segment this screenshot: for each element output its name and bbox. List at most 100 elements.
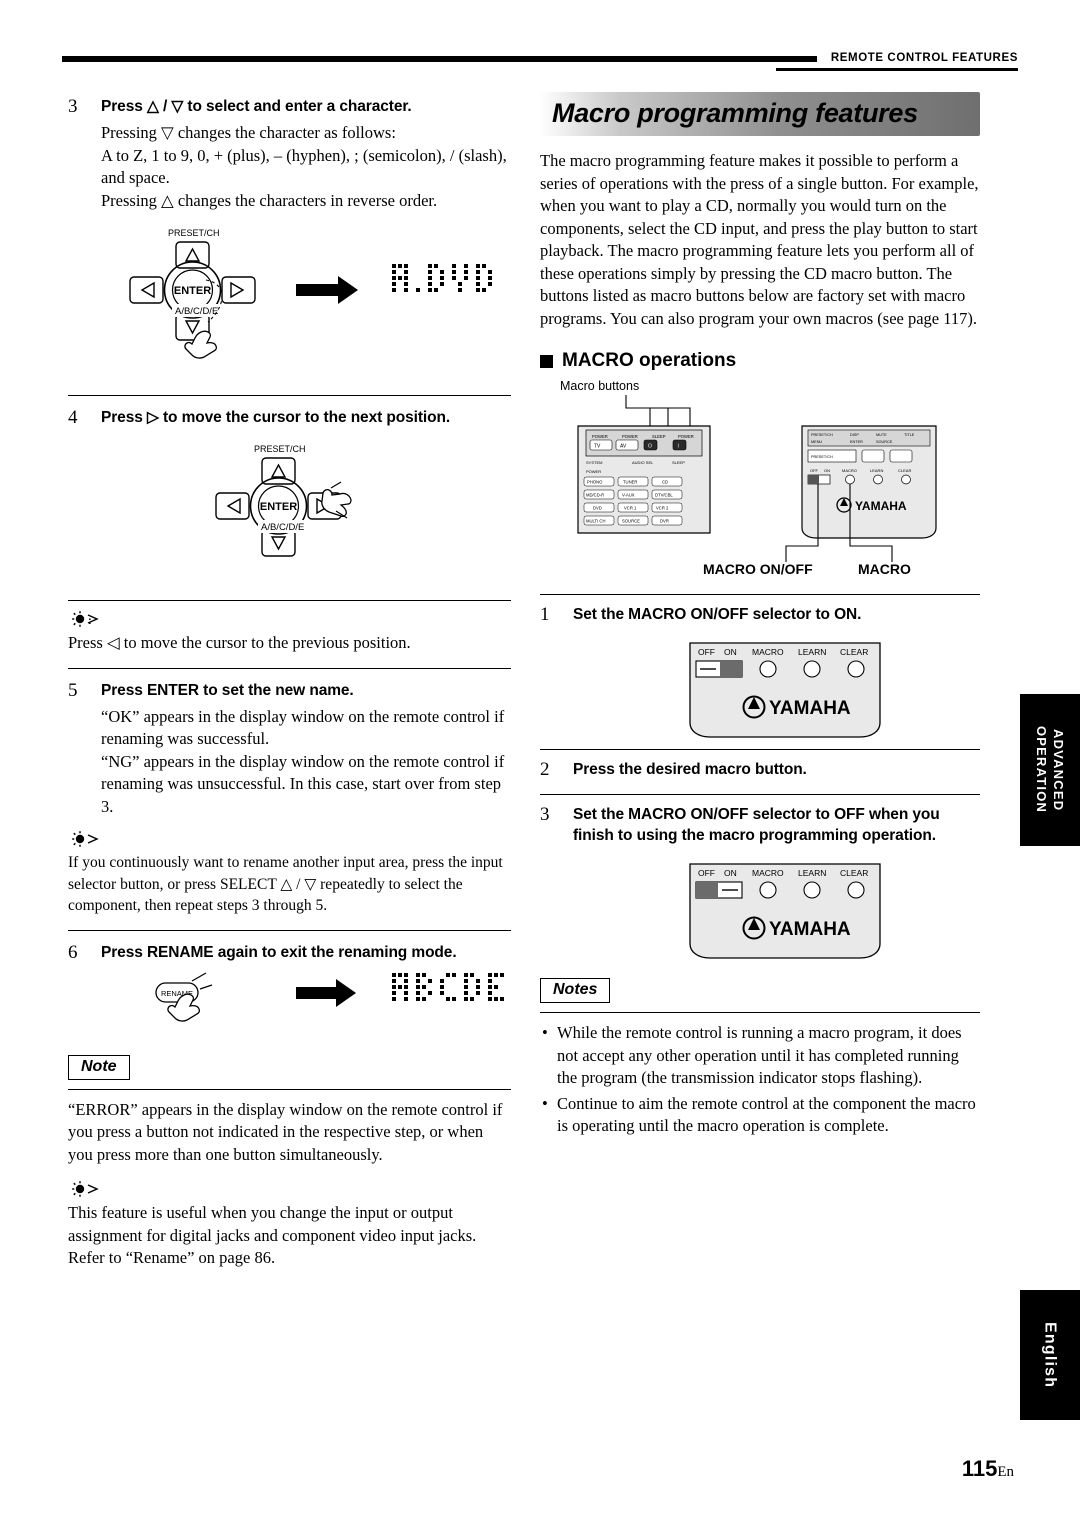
figure-rename: RENAME — [68, 969, 511, 1041]
side-tab-advanced-line2: OPERATION — [1034, 726, 1049, 814]
svg-text:POWER: POWER — [586, 469, 601, 474]
macro-step-1-number: 1 — [540, 604, 550, 625]
step-3: 3 Press △ / ▽ to select and enter a char… — [68, 96, 511, 212]
step-4-heading: Press ▷ to move the cursor to the next p… — [101, 409, 451, 426]
step-3-p2: A to Z, 1 to 9, 0, + (plus), – (hyphen),… — [101, 145, 507, 188]
svg-text:AV: AV — [620, 444, 627, 450]
svg-text:MULTI CH: MULTI CH — [586, 519, 605, 524]
figure-cursor-pad-1: PRESET/CH ENTER A/B/C/D/E — [68, 222, 511, 382]
macro-step-2-number: 2 — [540, 759, 550, 780]
figure-switch-on: OFF ON MACRO LEARN CLEAR YAMAHA — [540, 635, 980, 745]
svg-text:POWER: POWER — [592, 434, 608, 439]
macro-operations-label: MACRO operations — [562, 350, 737, 371]
macro-step-3: 3 Set the MACRO ON/OFF selector to OFF w… — [540, 804, 980, 846]
step-5-p2: “NG” appears in the display window on th… — [101, 751, 505, 816]
display-window-2 — [392, 972, 504, 1001]
svg-text:O: O — [648, 444, 652, 450]
divider-1 — [68, 395, 511, 396]
svg-text:VCR 1: VCR 1 — [624, 506, 637, 511]
svg-text:TV: TV — [594, 444, 601, 450]
header-title-underline — [776, 68, 1018, 71]
svg-text:TUNER: TUNER — [623, 480, 637, 485]
svg-text:V-AUX: V-AUX — [622, 493, 635, 498]
yamaha-brand-off: YAMAHA — [769, 919, 851, 940]
step-6: 6 Press RENAME again to exit the renamin… — [68, 942, 511, 963]
step-3-p3: Pressing △ changes the characters in rev… — [101, 190, 438, 210]
side-tab-advanced-line1: ADVANCED — [1051, 728, 1066, 812]
svg-text:ON: ON — [824, 468, 830, 473]
svg-text:DISP: DISP — [850, 433, 859, 437]
label-macro: MACRO — [752, 647, 784, 657]
svg-text:OFF: OFF — [698, 868, 715, 878]
tip-3-text: This feature is useful when you change t… — [68, 1203, 477, 1267]
macro-operations-heading: MACRO operations — [540, 350, 980, 372]
svg-text:SOURCE: SOURCE — [622, 519, 640, 524]
divider-3 — [68, 667, 511, 669]
left-column: 3 Press △ / ▽ to select and enter a char… — [68, 96, 511, 1270]
figure-remote-macro: Macro buttons POWER POWER SLEEP POWER TV… — [540, 378, 980, 588]
step-5-p1: “OK” appears in the display window on th… — [101, 706, 505, 749]
step-3-body: Pressing ▽ changes the character as foll… — [101, 122, 511, 212]
divider-4 — [68, 929, 511, 931]
svg-text:ENTER: ENTER — [174, 285, 211, 297]
svg-text:I: I — [678, 444, 679, 450]
yamaha-brand: YAMAHA — [855, 499, 907, 513]
svg-text:POWER: POWER — [678, 434, 694, 439]
svg-text:A/B/C/D/E: A/B/C/D/E — [175, 306, 218, 317]
svg-text:MUTE: MUTE — [876, 433, 887, 437]
label-off: OFF — [698, 647, 715, 657]
svg-text:DVR: DVR — [660, 519, 669, 524]
note-text: “ERROR” appears in the display window on… — [68, 1099, 503, 1164]
step-4-number: 4 — [68, 407, 78, 428]
svg-text:VCR 2: VCR 2 — [656, 506, 669, 511]
svg-text:ON: ON — [724, 868, 737, 878]
tip-2-text: If you continuously want to rename anoth… — [68, 854, 503, 914]
svg-text:ENTER: ENTER — [260, 501, 297, 513]
svg-text:SYSTEM: SYSTEM — [586, 460, 602, 465]
arrow-right-icon — [296, 276, 358, 304]
label-on: ON — [724, 647, 737, 657]
svg-text:PRESET/CH: PRESET/CH — [254, 444, 306, 454]
display-window — [388, 258, 510, 304]
page-header: REMOTE CONTROL FEATURES — [62, 48, 1018, 71]
step-5-number: 5 — [68, 679, 78, 701]
tip-icon-2 — [68, 830, 99, 847]
label-learn: LEARN — [798, 647, 826, 657]
divider-r4 — [540, 1012, 980, 1013]
svg-text:TITLE: TITLE — [904, 433, 915, 437]
header-section-title: REMOTE CONTROL FEATURES — [816, 48, 1018, 68]
note-section: Note — [68, 1054, 511, 1080]
macro-step-3-number: 3 — [540, 804, 550, 825]
svg-text:POWER: POWER — [622, 434, 638, 439]
macro-caption: MACRO — [858, 561, 911, 577]
macro-step-2-heading: Press the desired macro button. — [573, 761, 807, 778]
figure-switch-off: OFF ON MACRO LEARN CLEAR YAMAHA — [540, 856, 980, 966]
side-tab-advanced-operation: ADVANCED OPERATION — [1020, 694, 1080, 846]
svg-text:DVD: DVD — [593, 506, 602, 511]
step-4: 4 Press ▷ to move the cursor to the next… — [68, 407, 511, 428]
svg-text:LEARN: LEARN — [870, 468, 883, 473]
section-title-bar: Macro programming features — [540, 92, 980, 136]
divider-r3 — [540, 794, 980, 795]
note-label: Note — [68, 1054, 130, 1080]
tip-1-text: Press ◁ to move the cursor to the previo… — [68, 633, 411, 652]
yamaha-brand-on: YAMAHA — [769, 698, 851, 719]
step-3-p1: Pressing ▽ changes the character as foll… — [101, 123, 396, 142]
step-6-number: 6 — [68, 941, 78, 963]
svg-text:MACRO: MACRO — [842, 468, 857, 473]
svg-text:DTV/CBL: DTV/CBL — [655, 493, 673, 498]
notes-label: Notes — [540, 978, 611, 1003]
svg-text:MD/CD-R: MD/CD-R — [586, 493, 604, 498]
bullet-square-icon — [540, 354, 553, 368]
step-3-heading: Press △ / ▽ to select and enter a charac… — [101, 98, 412, 115]
svg-text:SLEEP: SLEEP — [672, 460, 685, 465]
note-item: Continue to aim the remote control at th… — [540, 1093, 980, 1138]
page-number-value: 115 — [961, 1456, 998, 1481]
svg-text:PHONO: PHONO — [587, 480, 603, 485]
svg-text:A/B/C/D/E: A/B/C/D/E — [261, 522, 304, 533]
arrow-right-icon-2 — [296, 978, 356, 1007]
svg-text:LEARN: LEARN — [798, 868, 826, 878]
page-number: 115En — [962, 1456, 1014, 1482]
step-5-heading: Press ENTER to set the new name. — [101, 681, 354, 699]
svg-text:SLEEP: SLEEP — [652, 434, 666, 439]
